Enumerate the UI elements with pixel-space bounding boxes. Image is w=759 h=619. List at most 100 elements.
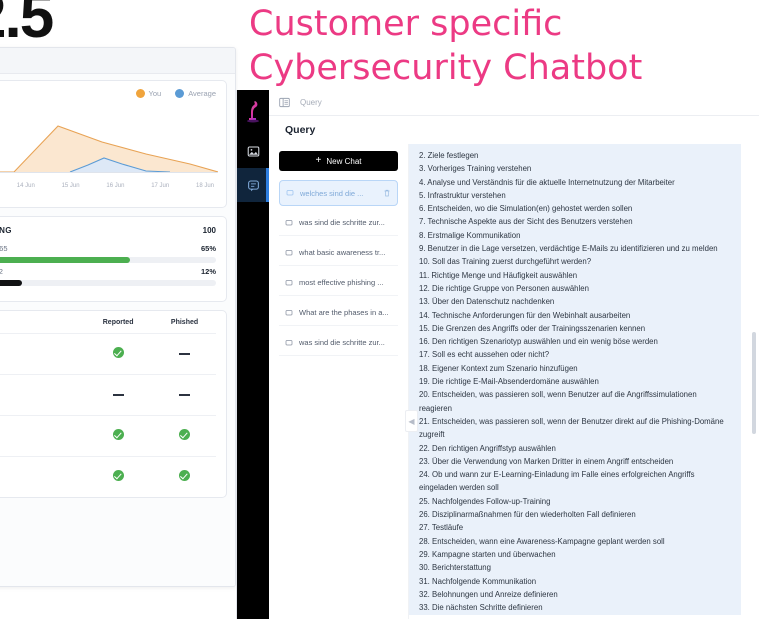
- cell-phished: [153, 415, 216, 457]
- answer-line: 10. Soll das Training zuerst durchgeführ…: [419, 257, 592, 267]
- answer-line: 8. Erstmalige Kommunikation: [419, 230, 521, 240]
- answer-line: 31. Nachfolgende Kommunikation: [419, 576, 537, 586]
- training-header: TRAINING 100: [0, 226, 216, 235]
- legend-item-average: Average: [175, 89, 216, 98]
- x-tick: 16 Jun: [106, 183, 125, 189]
- table-row[interactable]: mpaign: [0, 456, 216, 497]
- chat-bubble-icon: [285, 219, 293, 225]
- chat-list-item-label: was sind die schritte zur...: [299, 218, 385, 227]
- cell-phished: [153, 456, 216, 497]
- chart-legend: You Average: [0, 89, 216, 98]
- x-tick: 18 Jun: [195, 183, 214, 189]
- delete-icon[interactable]: [383, 189, 391, 197]
- chart-x-axis: 13 Jun 14 Jun 15 Jun 16 Jun 17 Jun 18 Ju…: [0, 182, 216, 189]
- column-header-name: [0, 311, 83, 334]
- dash-icon: [179, 393, 191, 396]
- sidebar-item-images[interactable]: [237, 134, 269, 168]
- page-title: Query: [285, 124, 316, 136]
- training-passed-bar-track: [0, 257, 216, 263]
- check-icon: [179, 429, 191, 440]
- answer-line: 32. Belohnungen und Anreize definieren: [419, 589, 558, 599]
- slide-canvas: 2.5 Customer specific Cybersecurity Chat…: [0, 0, 759, 619]
- answer-line: 23. Über die Verwendung von Marken Dritt…: [419, 456, 674, 466]
- answer-line: 18. Eigener Kontext zum Szenario hinzufü…: [419, 363, 578, 373]
- answer-line: 27. Testläufe: [419, 523, 464, 533]
- cell-phished: [153, 333, 216, 375]
- app-rail: [237, 90, 269, 619]
- chatbot-screenshot: Query Query + New Chat welches sind die …: [236, 90, 759, 619]
- cell-reported: [83, 333, 154, 375]
- chat-list-item-label: most effective phishing ...: [299, 278, 384, 287]
- app-logo: [237, 90, 269, 134]
- answer-line: 24. Ob und wann zur E-Learning-Einladung…: [419, 470, 695, 493]
- answer-line: 17. Soll es echt aussehen oder nicht?: [419, 350, 550, 360]
- answer-line: 14. Technische Anforderungen für den Web…: [419, 310, 631, 320]
- answer-line: 5. Infrastruktur verstehen: [419, 190, 506, 200]
- chat-list-item[interactable]: most effective phishing ...: [279, 270, 398, 296]
- training-failed-label: Failed: 12: [0, 267, 3, 276]
- chat-list-item[interactable]: what basic awareness tr...: [279, 240, 398, 266]
- chart-svg: [0, 125, 218, 173]
- check-icon: [112, 347, 124, 358]
- table-row[interactable]: mpaign: [0, 333, 216, 375]
- training-max-value: 100: [202, 226, 216, 235]
- chat-list-item[interactable]: What are the phases in a...: [279, 300, 398, 326]
- campaign-table-card: Reported Phished mpaign mpaign: [0, 310, 227, 498]
- sidebar-item-chat[interactable]: [237, 168, 269, 202]
- table-row[interactable]: mpaign: [0, 374, 216, 416]
- training-passed-percent: 65%: [200, 244, 216, 253]
- cell-campaign-name: mpaign: [0, 415, 84, 457]
- training-failed-bar-track: [0, 280, 216, 286]
- chat-bubble-icon: [286, 190, 294, 196]
- chat-list-item[interactable]: was sind die schritte zur...: [279, 330, 398, 356]
- answer-line: 25. Nachfolgendes Follow-up-Training: [419, 496, 551, 506]
- new-chat-button[interactable]: + New Chat: [279, 151, 398, 171]
- answer-line: 11. Richtige Menge und Häufigkeit auswäh…: [419, 270, 578, 280]
- dashboard-body: You Average 14 Jun 15 Jun 16 Jun 17 Jun …: [0, 74, 235, 586]
- x-tick: 15 Jun: [61, 183, 80, 189]
- campaign-table: Reported Phished mpaign mpaign: [0, 311, 216, 497]
- chat-list-item[interactable]: was sind die schritte zur...: [279, 210, 398, 236]
- answer-scrollbar[interactable]: [752, 146, 756, 611]
- dashboard-topbar: [0, 48, 235, 74]
- breadcrumb: Query: [300, 98, 322, 107]
- table-row[interactable]: mpaign: [0, 415, 216, 457]
- flamingo-shape: [249, 101, 258, 120]
- cell-reported: [83, 456, 154, 497]
- answer-line: 19. Die richtige E-Mail-Absenderdomäne a…: [419, 377, 599, 387]
- answer-line: 9. Benutzer in die Lage versetzen, verdä…: [419, 244, 718, 254]
- answer-line: 6. Entscheiden, wo die Simulation(en) ge…: [419, 204, 633, 214]
- legend-label-average: Average: [188, 89, 216, 98]
- column-header-reported: Reported: [102, 319, 134, 326]
- flamingo-logo-icon: [247, 101, 259, 123]
- dashboard-screenshot: You Average 14 Jun 15 Jun 16 Jun 17 Jun …: [0, 47, 236, 587]
- chat-list-column: + New Chat welches sind die ... was sind…: [269, 144, 409, 619]
- answer-line: 20. Entscheiden, was passieren soll, wen…: [419, 390, 697, 413]
- answer-panel: 2. Ziele festlegen 3. Vorheriges Trainin…: [409, 144, 741, 615]
- menu-toggle-icon[interactable]: [279, 97, 290, 108]
- scrollbar-thumb[interactable]: [752, 332, 756, 435]
- legend-dot-average-icon: [175, 89, 185, 98]
- slide-title-line1: Customer specific: [249, 4, 563, 44]
- training-passed-label: Passed: 65: [0, 244, 8, 253]
- answer-line: 29. Kampagne starten und überwachen: [419, 549, 556, 559]
- legend-item-you: You: [135, 89, 161, 98]
- chat-list-item-label: What are the phases in a...: [299, 308, 389, 317]
- dash-icon: [112, 393, 124, 396]
- plus-icon: +: [315, 155, 322, 166]
- x-tick: 17 Jun: [151, 183, 170, 189]
- training-failed-bar-fill: [0, 280, 22, 286]
- answer-line: 28. Entscheiden, wann eine Awareness-Kam…: [419, 536, 665, 546]
- training-passed-bar-fill: [0, 257, 130, 263]
- chat-bubble-icon: [285, 339, 293, 345]
- cell-reported: [83, 374, 154, 416]
- collapse-panel-button[interactable]: ◀: [405, 410, 418, 432]
- chat-list-item-active[interactable]: welches sind die ...: [279, 180, 398, 206]
- training-card: TRAINING 100 Passed: 65 65% Failed: 12: [0, 216, 227, 302]
- training-row-failed: Failed: 12 12%: [0, 267, 216, 286]
- table-header-row: Reported Phished: [0, 311, 216, 334]
- check-icon: [179, 470, 191, 481]
- answer-line: 22. Den richtigen Angriffstyp auswählen: [419, 443, 556, 453]
- answer-line: 21. Entscheiden, was passieren soll, wen…: [419, 416, 724, 440]
- chat-list-item-label: was sind die schritte zur...: [299, 338, 385, 347]
